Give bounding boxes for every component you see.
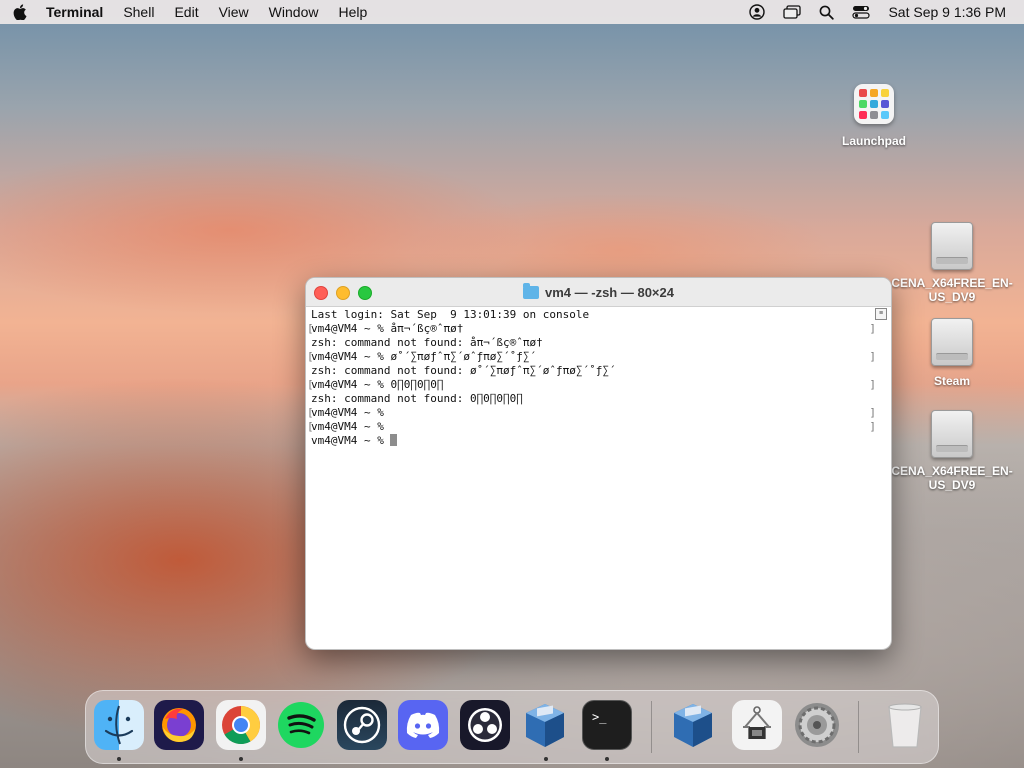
desktop-icon-label: CENA_X64FREE_EN-US_DV9	[891, 464, 1013, 492]
menu-view[interactable]: View	[219, 4, 249, 20]
terminal-line: Last login: Sat Sep 9 13:01:39 on consol…	[311, 308, 590, 321]
menubar-clock[interactable]: Sat Sep 9 1:36 PM	[888, 4, 1006, 20]
dock-steam-icon[interactable]	[337, 700, 387, 750]
desktop-icon-label: Launchpad	[841, 134, 906, 148]
status-area: Sat Sep 9 1:36 PM	[731, 4, 1012, 20]
menu-window[interactable]: Window	[269, 4, 319, 20]
desktop-icon-launchpad[interactable]: Launchpad	[838, 84, 910, 148]
terminal-line: [vm4@VM4 ~ % 0∏0∏0∏0∏]	[307, 378, 876, 391]
menu-bar: Terminal Shell Edit View Window Help Sat…	[0, 0, 1024, 24]
dock: >_	[85, 690, 939, 764]
svg-text:>_: >_	[592, 710, 607, 724]
terminal-window[interactable]: vm4 — -zsh — 80×24 ≡ Last login: Sat Sep…	[305, 277, 892, 650]
dock-firefox-icon[interactable]	[154, 700, 204, 750]
desktop-icon-steam-disk[interactable]: Steam	[906, 318, 998, 388]
dock-spotify-icon[interactable]	[276, 700, 326, 750]
desktop-icon-label: CENA_X64FREE_EN-US_DV9	[891, 276, 1013, 304]
terminal-line: [vm4@VM4 ~ % ø˚´∑πøƒˆπ∑´øˆƒπø∑´˚ƒ∑´]	[307, 350, 876, 363]
running-indicator	[239, 757, 243, 761]
terminal-line: zsh: command not found: åπ¬´ßç®ˆπø†	[311, 336, 543, 349]
terminal-line: [vm4@VM4 ~ %]	[307, 406, 876, 419]
terminal-output[interactable]: Last login: Sat Sep 9 13:01:39 on consol…	[307, 308, 876, 649]
terminal-line: [vm4@VM4 ~ % åπ¬´ßç®ˆπø†]	[307, 322, 876, 335]
dock-virtualbox-recent-icon[interactable]	[668, 700, 718, 750]
dock-terminal-icon[interactable]: >_	[582, 700, 632, 750]
menu-shell[interactable]: Shell	[123, 4, 154, 20]
menu-edit[interactable]: Edit	[174, 4, 198, 20]
dock-finder-icon[interactable]	[94, 700, 144, 750]
dock-system-settings-icon[interactable]	[792, 700, 842, 750]
launchpad-icon	[854, 84, 894, 124]
dock-obs-icon[interactable]	[460, 700, 510, 750]
control-center-icon[interactable]	[852, 5, 871, 19]
menu-app-terminal[interactable]: Terminal	[46, 4, 103, 20]
terminal-titlebar[interactable]: vm4 — -zsh — 80×24	[306, 278, 891, 307]
terminal-line: zsh: command not found: 0∏0∏0∏0∏	[311, 392, 523, 405]
scroll-marks-icon[interactable]: ≡	[875, 308, 887, 320]
close-button[interactable]	[314, 286, 328, 300]
apple-icon[interactable]	[12, 4, 28, 20]
text-cursor	[390, 434, 398, 446]
user-account-icon[interactable]	[749, 4, 766, 20]
spotlight-search-icon[interactable]	[819, 5, 835, 20]
running-indicator	[117, 757, 121, 761]
zoom-button[interactable]	[358, 286, 372, 300]
terminal-line: [vm4@VM4 ~ %]	[307, 420, 876, 433]
window-title: vm4 — -zsh — 80×24	[306, 282, 891, 300]
window-controls	[314, 286, 380, 300]
terminal-line: zsh: command not found: ø˚´∑πøƒˆπ∑´øˆƒπø…	[311, 364, 616, 377]
dock-separator	[651, 701, 652, 753]
running-indicator	[544, 757, 548, 761]
screen-mirroring-icon[interactable]	[783, 5, 802, 19]
dock-system-information-icon[interactable]	[732, 700, 782, 750]
running-indicator	[605, 757, 609, 761]
folder-icon	[523, 282, 539, 299]
terminal-prompt-line: vm4@VM4 ~ %	[311, 434, 873, 448]
dock-discord-icon[interactable]	[398, 700, 448, 750]
dock-virtualbox-icon[interactable]	[520, 700, 570, 750]
desktop-icon-label: Steam	[933, 374, 971, 388]
desktop-icon-disk-image-2[interactable]: CENA_X64FREE_EN-US_DV9	[886, 410, 1018, 492]
minimize-button[interactable]	[336, 286, 350, 300]
window-title-text: vm4 — -zsh — 80×24	[545, 284, 674, 300]
desktop-icon-disk-image-1[interactable]: CENA_X64FREE_EN-US_DV9	[886, 222, 1018, 304]
dock-chrome-icon[interactable]	[216, 700, 266, 750]
disk-image-icon	[931, 318, 973, 366]
menu-help[interactable]: Help	[338, 4, 367, 20]
disk-image-icon	[931, 410, 973, 458]
dock-separator	[858, 701, 859, 753]
disk-image-icon	[931, 222, 973, 270]
dock-trash-icon[interactable]	[880, 700, 930, 750]
